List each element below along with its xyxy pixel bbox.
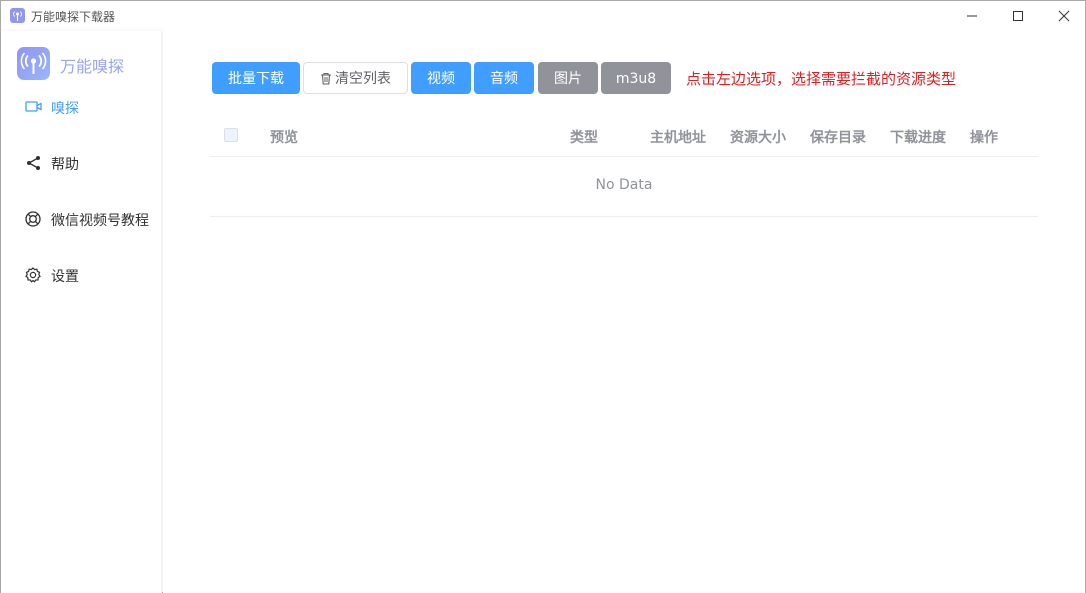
brand: 万能嗅探 bbox=[17, 47, 157, 81]
window-title: 万能嗅探下载器 bbox=[31, 10, 116, 24]
batch-download-button[interactable]: 批量下载 bbox=[212, 62, 300, 94]
clear-list-label: 清空列表 bbox=[335, 71, 391, 87]
sidebar-item-label: 嗅探 bbox=[51, 101, 79, 117]
image-filter-button[interactable]: 图片 bbox=[538, 62, 598, 94]
video-filter-button[interactable]: 视频 bbox=[411, 62, 471, 94]
antenna-icon bbox=[10, 8, 25, 23]
column-header-save-dir: 保存目录 bbox=[810, 130, 866, 146]
hint-text: 点击左边选项，选择需要拦截的资源类型 bbox=[686, 70, 957, 88]
gear-icon bbox=[25, 267, 43, 283]
sidebar-item-help[interactable]: 帮助 bbox=[1, 143, 161, 183]
column-header-preview: 预览 bbox=[270, 130, 298, 146]
minimize-icon bbox=[967, 15, 977, 17]
empty-state-text: No Data bbox=[595, 177, 653, 193]
select-all-checkbox[interactable] bbox=[224, 128, 238, 142]
minimize-button[interactable] bbox=[949, 1, 995, 31]
close-icon bbox=[1058, 10, 1070, 22]
table-header: 预览 类型 主机地址 资源大小 保存目录 下载进度 操作 bbox=[210, 115, 1038, 157]
brand-name: 万能嗅探 bbox=[60, 57, 125, 76]
antenna-logo-icon bbox=[17, 47, 50, 80]
close-button[interactable] bbox=[1041, 1, 1086, 31]
column-header-progress: 下载进度 bbox=[890, 130, 946, 146]
audio-filter-button[interactable]: 音频 bbox=[474, 62, 534, 94]
resource-table: 预览 类型 主机地址 资源大小 保存目录 下载进度 操作 No Data bbox=[210, 115, 1038, 217]
main-content: 批量下载 清空列表 视频 音频 图片 m3u8 点击左边选项，选择需要拦截的资源… bbox=[163, 31, 1085, 593]
m3u8-filter-button[interactable]: m3u8 bbox=[601, 62, 671, 94]
table-body: No Data bbox=[210, 157, 1038, 217]
maximize-button[interactable] bbox=[995, 1, 1041, 31]
clear-list-button[interactable]: 清空列表 bbox=[303, 62, 408, 94]
sidebar-item-settings[interactable]: 设置 bbox=[1, 255, 161, 295]
column-header-type: 类型 bbox=[570, 130, 598, 146]
sidebar-item-wechat-tutorial[interactable]: 微信视频号教程 bbox=[1, 199, 161, 239]
title-bar: 万能嗅探下载器 bbox=[1, 1, 1085, 31]
sidebar-item-label: 微信视频号教程 bbox=[51, 213, 149, 229]
sidebar-item-sniff[interactable]: 嗅探 bbox=[1, 87, 161, 127]
column-header-host: 主机地址 bbox=[650, 130, 706, 146]
sidebar-item-label: 帮助 bbox=[51, 157, 79, 173]
sidebar-item-label: 设置 bbox=[51, 269, 79, 285]
column-header-action: 操作 bbox=[970, 130, 998, 146]
app-window: 万能嗅探下载器 万能嗅探 嗅探 帮助 微信视频号教程 设置 批量下载 清空列表 … bbox=[0, 0, 1086, 593]
maximize-icon bbox=[1013, 11, 1023, 21]
column-header-size: 资源大小 bbox=[730, 130, 786, 146]
sidebar: 万能嗅探 嗅探 帮助 微信视频号教程 设置 bbox=[1, 31, 162, 593]
trash-icon bbox=[320, 65, 332, 97]
video-camera-icon bbox=[25, 99, 43, 115]
lifebuoy-icon bbox=[25, 211, 43, 227]
share-icon bbox=[25, 155, 43, 171]
